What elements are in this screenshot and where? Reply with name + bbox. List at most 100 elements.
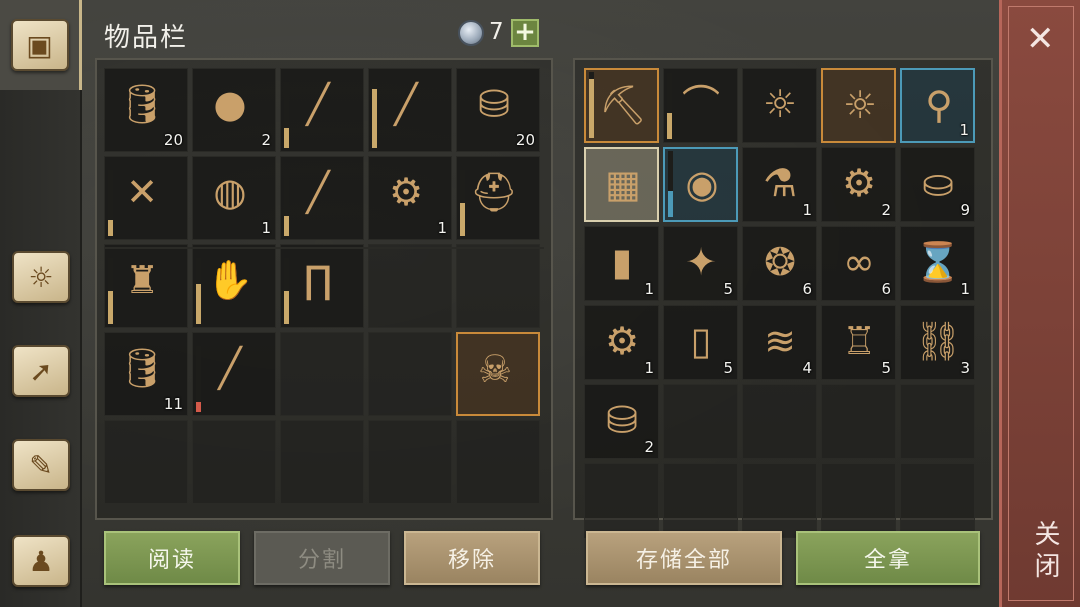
inventory-slot[interactable]	[280, 420, 364, 504]
container-slot[interactable]: ☼	[821, 68, 896, 143]
gauntlets-icon: ✋	[206, 258, 254, 302]
item-quantity: 1	[802, 201, 812, 219]
inventory-divider	[104, 247, 544, 249]
inventory-slot[interactable]: ⛑	[456, 156, 540, 240]
container-slot[interactable]: ▦	[584, 147, 659, 222]
inventory-slot[interactable]: ☠	[456, 332, 540, 416]
candle-icon: ▯	[690, 319, 712, 363]
barrel-icon: 🛢	[117, 82, 167, 126]
container-slot[interactable]: ⚗ 1	[742, 147, 817, 222]
inventory-slot[interactable]: ╱	[280, 156, 364, 240]
close-icon[interactable]: ✕	[1026, 22, 1055, 56]
inventory-slot[interactable]	[280, 332, 364, 416]
inventory-slot[interactable]: ⚙ 1	[368, 156, 452, 240]
crystal-icon: ✦	[685, 240, 717, 284]
horned-helmet-icon: ☠	[477, 347, 513, 391]
inventory-slot[interactable]	[368, 244, 452, 328]
container-slot[interactable]: ≋ 4	[742, 305, 817, 380]
remove-button[interactable]: 移除	[404, 531, 540, 585]
inventory-slot[interactable]: ◍ 1	[192, 156, 276, 240]
container-slot[interactable]	[663, 384, 738, 459]
tab-progression[interactable]: ➚	[0, 326, 82, 416]
gem-icon	[458, 20, 484, 46]
item-quantity: 1	[960, 280, 970, 298]
item-quantity: 1	[644, 359, 654, 377]
berry-bucket-icon: ◍	[213, 170, 247, 214]
tab-character[interactable]: ♟	[0, 516, 82, 606]
inventory-slot[interactable]: ✋	[192, 244, 276, 328]
keg-icon: ⛁	[606, 398, 638, 442]
tab-quests[interactable]: ✎	[0, 420, 82, 510]
container-slot[interactable]	[742, 463, 817, 538]
container-slot[interactable]	[663, 463, 738, 538]
container-slot[interactable]: ⚲ 1	[900, 68, 975, 143]
container-slot[interactable]: ♖ 5	[821, 305, 896, 380]
inventory-slot[interactable]	[192, 420, 276, 504]
inventory-slot[interactable]	[368, 332, 452, 416]
container-slot[interactable]	[900, 384, 975, 459]
inventory-slot[interactable]: ╱	[368, 68, 452, 152]
inventory-slot[interactable]: ╱	[280, 68, 364, 152]
container-slot[interactable]: ∞ 6	[821, 226, 896, 301]
barrel-icon: 🛢	[117, 346, 167, 390]
waterskin-icon: ●	[213, 82, 247, 126]
inventory-slot[interactable]: ♜	[104, 244, 188, 328]
sword-icon: ╱	[394, 82, 418, 126]
container-slot[interactable]: ⚙ 1	[584, 305, 659, 380]
inventory-slot[interactable]: ● 2	[192, 68, 276, 152]
close-label[interactable]: 关闭	[1024, 520, 1064, 584]
container-slot[interactable]	[900, 463, 975, 538]
rope-icon: ∞	[843, 240, 875, 284]
durability-fill	[108, 219, 113, 236]
item-quantity: 11	[163, 395, 183, 413]
item-quantity: 5	[881, 359, 891, 377]
container-slot[interactable]	[584, 463, 659, 538]
container-slot[interactable]: ▯ 5	[663, 305, 738, 380]
round-shield-icon: ◉	[685, 162, 719, 206]
container-slot[interactable]: ⛁ 2	[584, 384, 659, 459]
tab-skills[interactable]: ☼	[0, 232, 82, 322]
inventory-slot[interactable]: ✕	[104, 156, 188, 240]
inventory-slot[interactable]	[368, 420, 452, 504]
sword-icon: ╱	[306, 82, 330, 126]
container-slot[interactable]: ⛏	[584, 68, 659, 143]
sword-icon: ╱	[218, 346, 242, 390]
read-button[interactable]: 阅读	[104, 531, 240, 585]
gear-icon: ⚙	[841, 161, 877, 205]
pickaxe-icon: ⛏	[598, 83, 648, 127]
container-slot[interactable]: ◉	[663, 147, 738, 222]
container-slot[interactable]: ⚙ 2	[821, 147, 896, 222]
container-slot[interactable]: ✦ 5	[663, 226, 738, 301]
sword-icon: ╱	[306, 170, 330, 214]
item-quantity: 20	[515, 131, 535, 149]
split-button[interactable]: 分割	[254, 531, 390, 585]
container-slot[interactable]: ⛓ 3	[900, 305, 975, 380]
close-panel[interactable]: ✕ 关闭	[999, 0, 1080, 607]
inventory-slot[interactable]: 🛢 20	[104, 68, 188, 152]
container-slot[interactable]	[821, 384, 896, 459]
inventory-slot[interactable]: 🛢 11	[104, 332, 188, 416]
inventory-slot[interactable]	[456, 420, 540, 504]
container-slot[interactable]: ⌒	[663, 68, 738, 143]
bear-trap-icon: ⚙	[388, 170, 424, 214]
inventory-slot[interactable]: ⛁ 20	[456, 68, 540, 152]
inventory-slot[interactable]	[456, 244, 540, 328]
container-slot[interactable]: ❂ 6	[742, 226, 817, 301]
container-slot[interactable]	[742, 384, 817, 459]
sun-book-icon: ☼	[842, 83, 878, 127]
take-all-button[interactable]: 全拿	[796, 531, 980, 585]
add-gems-button[interactable]: +	[511, 19, 539, 47]
container-slot[interactable]	[821, 463, 896, 538]
inventory-slot[interactable]	[104, 420, 188, 504]
container-slot[interactable]: ⛀ 9	[900, 147, 975, 222]
container-slot[interactable]: ▮ 1	[584, 226, 659, 301]
tab-inventory[interactable]: ▣	[0, 0, 82, 90]
item-quantity: 1	[959, 121, 969, 139]
sun-book-icon: ☼	[762, 82, 798, 126]
inventory-slot[interactable]: ∏	[280, 244, 364, 328]
container-grid: ⛏ ⌒ ☼ ☼ ⚲ 1 ▦ ◉ ⚗ 1 ⚙ 2 ⛀ 9 ▮ 1 ✦ 5 ❂ 6 ∞ 6 ⌛ 1 ⚙ 1 ▯ 5 ≋ 4 ♖ 5 ⛓ 3 ⛁ 2	[584, 68, 975, 538]
container-slot[interactable]: ☼	[742, 68, 817, 143]
inventory-slot[interactable]: ╱	[192, 332, 276, 416]
container-slot[interactable]: ⌛ 1	[900, 226, 975, 301]
store-all-button[interactable]: 存储全部	[586, 531, 782, 585]
